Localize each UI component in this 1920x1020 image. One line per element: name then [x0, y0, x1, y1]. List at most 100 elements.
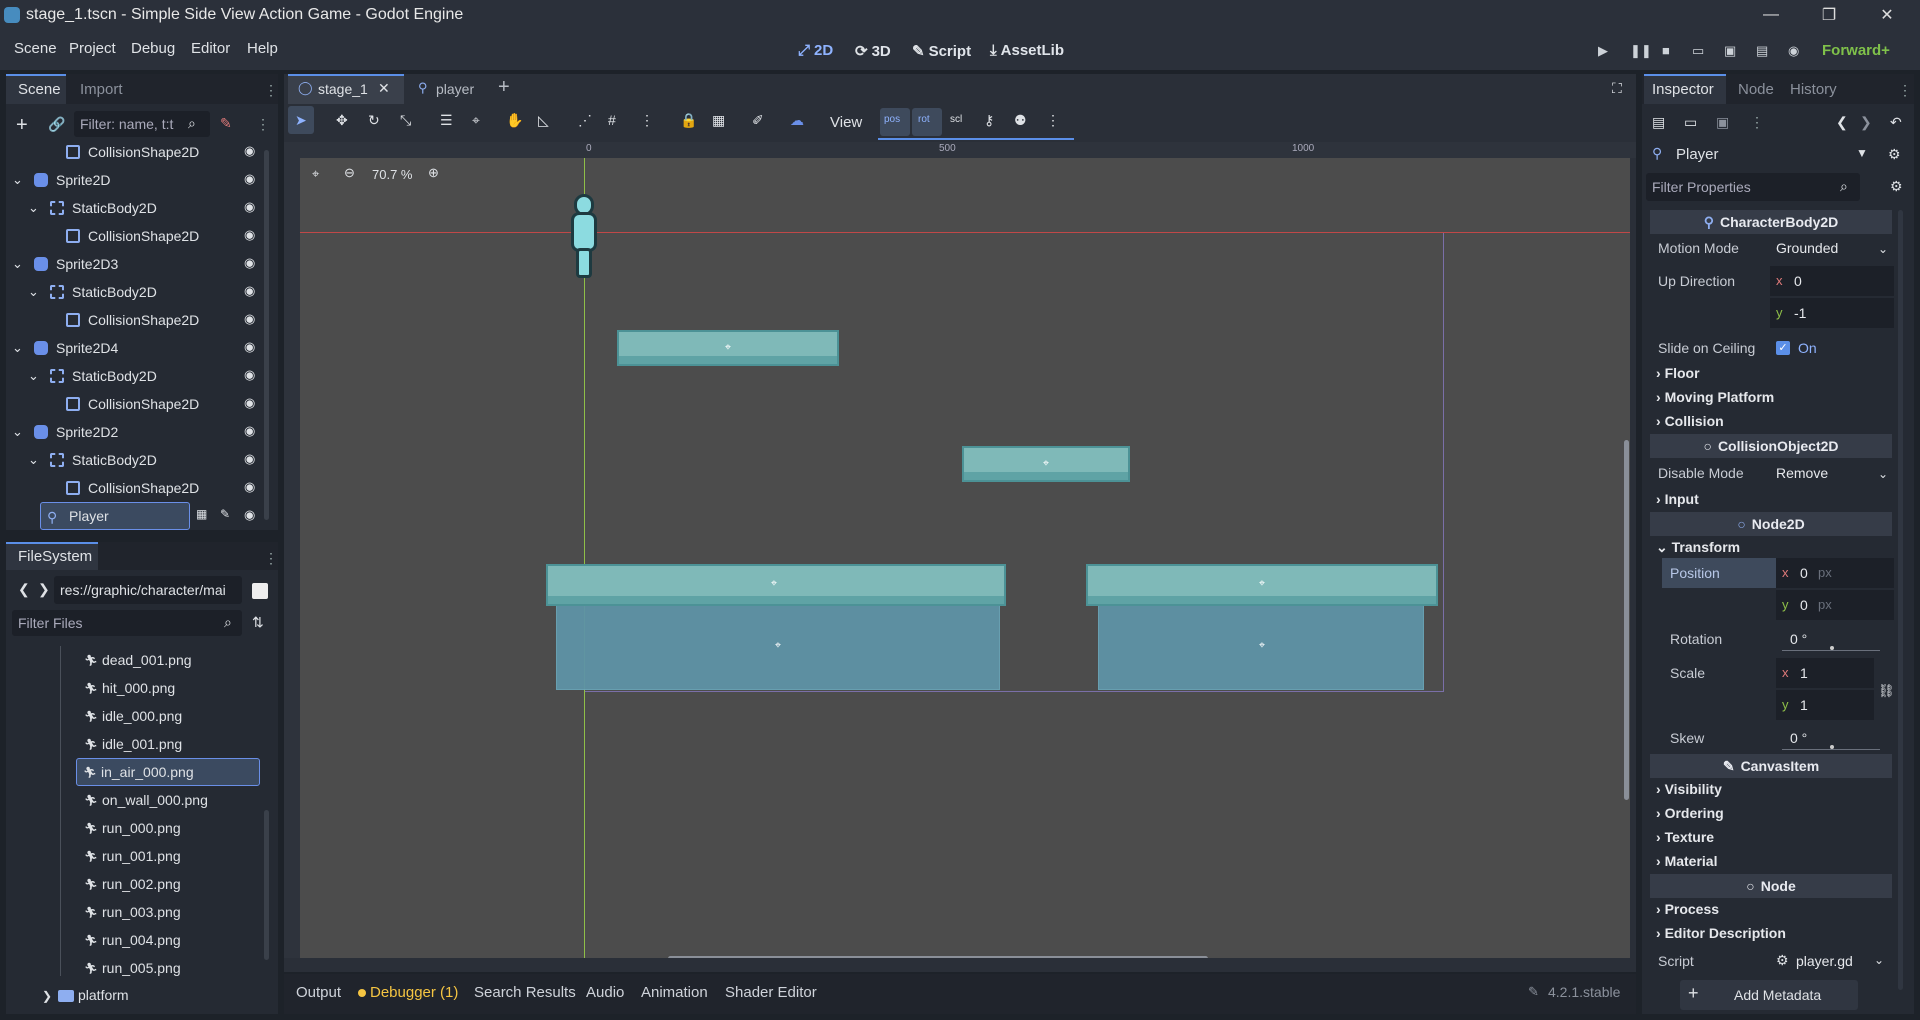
chevron-down-icon[interactable]: ⌄ — [1878, 467, 1888, 481]
visibility-eye-icon[interactable]: ◉ — [244, 143, 255, 159]
position-x-field[interactable] — [1776, 558, 1894, 588]
fs-scrollbar[interactable] — [264, 810, 269, 960]
section-canvasitem[interactable]: ✎ CanvasItem — [1650, 754, 1892, 778]
lock-icon[interactable]: 🔒 — [680, 112, 697, 129]
visibility-eye-icon[interactable]: ◉ — [244, 199, 255, 215]
rotation-slider[interactable] — [1782, 650, 1880, 651]
snap-options-icon[interactable]: ⋮ — [640, 112, 654, 129]
visibility-eye-icon[interactable]: ◉ — [244, 171, 255, 187]
file-item[interactable]: 🏃︎ in_air_000.png — [76, 758, 260, 786]
file-item[interactable]: 🏃︎ idle_001.png — [10, 730, 272, 758]
remote-debug-icon[interactable]: ▭ — [1692, 43, 1704, 59]
category-process[interactable]: › Process — [1656, 901, 1719, 917]
add-node-icon[interactable]: + — [16, 114, 28, 137]
property-options-icon[interactable]: ⚙ — [1890, 178, 1903, 195]
close-icon[interactable]: ✕ — [1864, 0, 1910, 30]
list-select-icon[interactable]: ☰ — [440, 112, 453, 129]
file-item[interactable]: 🏃︎ run_004.png — [10, 926, 272, 954]
chevron-down-icon[interactable]: ⌄ — [28, 200, 39, 216]
up-direction-x-field[interactable] — [1770, 266, 1894, 296]
file-item[interactable]: 🏃︎ on_wall_000.png — [10, 786, 272, 814]
workspace-script[interactable]: ✎ Script — [912, 42, 971, 61]
sort-icon[interactable]: ⇅ — [252, 614, 264, 631]
play-icon[interactable]: ▶ — [1598, 43, 1608, 59]
close-tab-icon[interactable]: ✕ — [378, 80, 390, 97]
ruler-tool-icon[interactable]: ◺ — [538, 112, 549, 129]
workspace-assetlib[interactable]: ⤓ AssetLib — [990, 42, 1064, 59]
tab-output[interactable]: Output — [296, 984, 341, 1001]
category-input[interactable]: › Input — [1656, 491, 1699, 507]
scene-tree-scrollbar[interactable] — [264, 150, 269, 520]
distraction-free-icon[interactable]: ⛶ — [1612, 80, 1622, 97]
position-y-field[interactable] — [1776, 590, 1894, 620]
scene-node-staticbody2d[interactable]: ⌄ StaticBody2D — [8, 278, 270, 306]
category-texture[interactable]: › Texture — [1656, 829, 1714, 845]
renderer-selector[interactable]: Forward+ — [1822, 42, 1890, 59]
visibility-eye-icon[interactable]: ◉ — [244, 507, 255, 523]
category-floor[interactable]: › Floor — [1656, 365, 1700, 381]
viewport-v-scrollbar[interactable] — [1624, 440, 1629, 800]
play-scene-icon[interactable]: ▣ — [1724, 43, 1736, 59]
menu-project[interactable]: Project — [69, 40, 116, 57]
category-moving-platform[interactable]: › Moving Platform — [1656, 389, 1774, 405]
grid-snap-icon[interactable]: # — [608, 112, 616, 128]
file-item[interactable]: 🏃︎ run_005.png — [10, 954, 272, 982]
scene-node-collisionshape2d[interactable]: CollisionShape2D — [8, 390, 270, 418]
script-icon[interactable]: ✎ — [220, 507, 230, 521]
zoom-level[interactable]: 70.7 % — [372, 167, 412, 182]
visibility-eye-icon[interactable]: ◉ — [244, 479, 255, 495]
scene-node-sprite2d[interactable]: ⌄ Sprite2D — [8, 166, 270, 194]
zoom-out-icon[interactable]: ⊖ — [344, 165, 355, 181]
object-props-icon[interactable]: ⚙ — [1888, 146, 1901, 163]
file-item[interactable]: 🏃︎ dead_001.png — [10, 646, 272, 674]
inspector-menu-icon[interactable]: ⋮ — [1898, 82, 1912, 99]
motion-mode-select[interactable]: Grounded — [1776, 240, 1838, 256]
section-node2d[interactable]: ○ Node2D — [1650, 512, 1892, 536]
checkbox-checked-icon[interactable]: ✓ — [1776, 341, 1790, 355]
scene-node-sprite2d4[interactable]: ⌄ Sprite2D4 — [8, 334, 270, 362]
player-sprite[interactable] — [567, 194, 601, 278]
scene-node-player[interactable]: ⚲ Player — [40, 502, 190, 530]
visibility-eye-icon[interactable]: ◉ — [244, 283, 255, 299]
workspace-3d[interactable]: ⟳ 3D — [855, 42, 891, 61]
resource-menu-icon[interactable]: ⋮ — [1750, 114, 1764, 131]
history-forward-icon[interactable]: ❯ — [1860, 114, 1872, 131]
scene-node-staticbody2d[interactable]: ⌄ StaticBody2D — [8, 194, 270, 222]
disable-mode-select[interactable]: Remove — [1776, 465, 1828, 481]
menu-debug[interactable]: Debug — [131, 40, 175, 57]
link-icon[interactable]: 🔗 — [48, 116, 65, 133]
viewport-h-scrollbar[interactable] — [668, 956, 1208, 958]
visibility-eye-icon[interactable]: ◉ — [244, 395, 255, 411]
file-item[interactable]: 🏃︎ idle_000.png — [10, 702, 272, 730]
back-icon[interactable]: ❮ — [18, 581, 30, 598]
scene-node-collisionshape2d[interactable]: CollisionShape2D — [8, 138, 270, 166]
rotation-value[interactable]: 0 ° — [1790, 631, 1807, 647]
scene-node-collisionshape2d[interactable]: CollisionShape2D — [8, 306, 270, 334]
section-characterbody2d[interactable]: ⚲ CharacterBody2D — [1650, 210, 1892, 234]
script-value[interactable]: player.gd — [1796, 953, 1853, 969]
inspector-scrollbar[interactable] — [1898, 210, 1903, 990]
visibility-eye-icon[interactable]: ◉ — [244, 339, 255, 355]
chevron-down-icon[interactable]: ⌄ — [12, 340, 23, 356]
file-item[interactable]: 🏃︎ run_000.png — [10, 814, 272, 842]
pause-icon[interactable]: ❚❚ — [1630, 43, 1652, 59]
up-direction-y-field[interactable] — [1770, 298, 1894, 328]
fs-filter-input[interactable]: Filter Files — [12, 610, 242, 636]
menu-scene[interactable]: Scene — [14, 40, 57, 57]
tab-animation[interactable]: Animation — [641, 984, 708, 1001]
slider-handle[interactable] — [1830, 646, 1834, 650]
particles-icon[interactable]: ☁ — [790, 112, 804, 129]
file-item[interactable]: 🏃︎ run_003.png — [10, 898, 272, 926]
scene-node-staticbody2d[interactable]: ⌄ StaticBody2D — [8, 446, 270, 474]
chevron-down-icon[interactable]: ⌄ — [12, 172, 23, 188]
instance-icon[interactable]: ▦ — [196, 507, 207, 521]
visibility-eye-icon[interactable]: ◉ — [244, 367, 255, 383]
scale-tool-icon[interactable]: ⤡ — [400, 112, 411, 129]
zoom-in-icon[interactable]: ⊕ — [428, 165, 439, 181]
tab-import[interactable]: Import — [80, 81, 123, 98]
scene-node-staticbody2d[interactable]: ⌄ StaticBody2D — [8, 362, 270, 390]
fs-menu-icon[interactable]: ⋮ — [264, 550, 278, 567]
scale-y-field[interactable] — [1776, 690, 1874, 720]
play-custom-icon[interactable]: ▤ — [1756, 43, 1768, 59]
scene-menu-icon[interactable]: ⋮ — [256, 116, 270, 133]
